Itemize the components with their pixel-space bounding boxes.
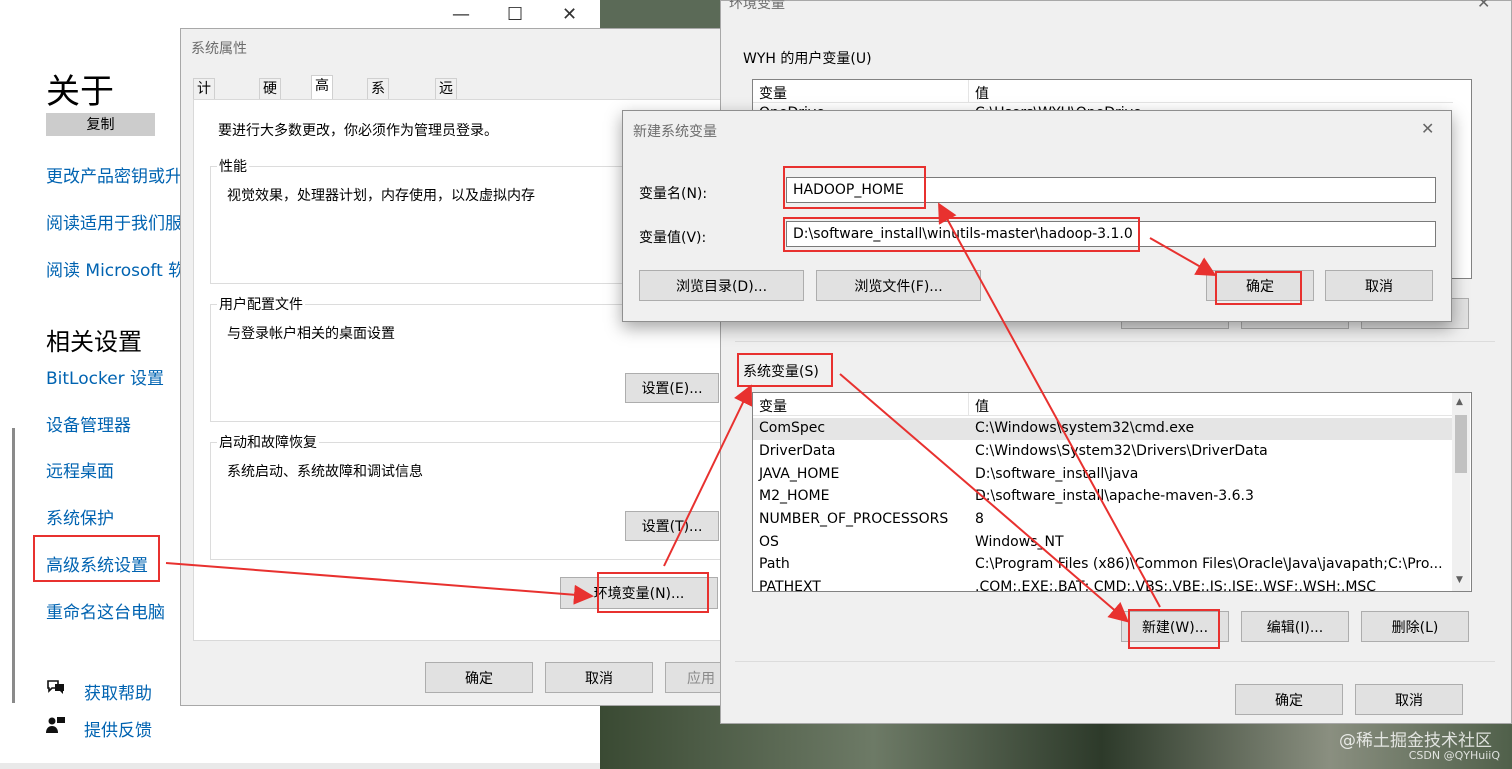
watermark: @稀土掘金技术社区 [1339, 731, 1492, 751]
watermark-small: CSDN @QYHuiiQ [1408, 749, 1500, 762]
arrow-to-var-name [938, 202, 1161, 608]
annotation-arrows [165, 202, 1217, 623]
arrow-to-env-button [165, 562, 594, 605]
arrow-to-system-vars [663, 384, 753, 567]
arrow-to-ok [1149, 237, 1217, 276]
arrow-to-new-button [839, 373, 1130, 623]
